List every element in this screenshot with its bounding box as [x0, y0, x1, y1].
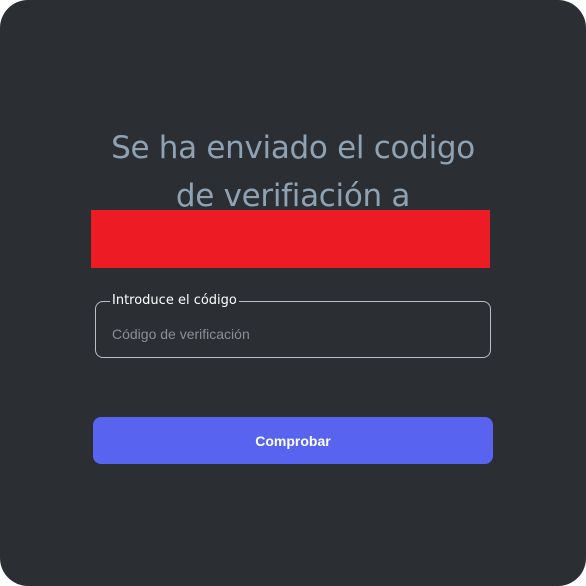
page-title-line-1: Se ha enviado el codigo — [111, 130, 475, 166]
verification-code-field: Introduce el código — [95, 294, 491, 358]
verification-code-input[interactable] — [112, 322, 472, 346]
check-button[interactable]: Comprobar — [93, 417, 493, 464]
redacted-email-block — [91, 210, 490, 268]
page-title: Se ha enviado el codigo de verifiación a — [60, 124, 526, 220]
verification-card: Se ha enviado el codigo de verifiación a… — [0, 0, 586, 586]
verification-code-label: Introduce el código — [112, 293, 237, 308]
